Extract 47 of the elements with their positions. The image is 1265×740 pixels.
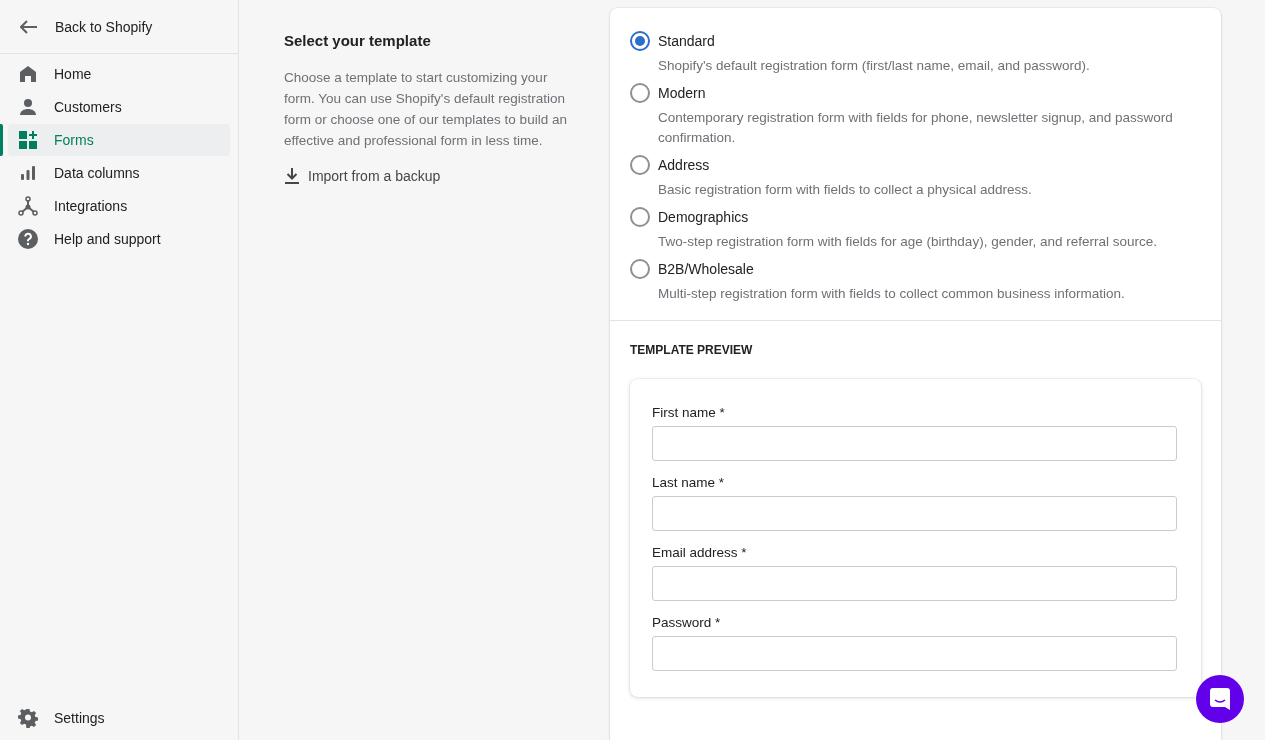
active-indicator [0, 124, 3, 156]
template-description: Shopify's default registration form (first/last name, email, and password). [658, 57, 1090, 75]
grid-plus-icon [18, 130, 38, 150]
template-description: Basic registration form with fields to collect a physical address. [658, 181, 1032, 199]
help-icon [18, 229, 38, 249]
template-description: Two-step registration form with fields for age (birthday), gender, and referral source. [658, 233, 1157, 251]
radio-button[interactable] [630, 83, 650, 103]
radio-button[interactable] [630, 31, 650, 51]
radio-button[interactable] [630, 259, 650, 279]
nav-item[interactable]: Integrations [8, 190, 230, 222]
template-name: Demographics [658, 208, 750, 226]
nav-item[interactable]: Data columns [8, 157, 230, 189]
nav-item[interactable]: Customers [8, 91, 230, 123]
settings-icon [18, 708, 38, 728]
template-name: B2B/Wholesale [658, 260, 755, 278]
template-description: Contemporary registration form with fields for phone, newsletter signup, and password confirmation. [658, 109, 1174, 147]
field-label: Password * [652, 615, 722, 630]
bar-chart-icon [18, 163, 38, 183]
radio-button[interactable] [630, 155, 650, 175]
nav-item[interactable]: Forms [8, 124, 230, 156]
preview-heading: TEMPLATE PREVIEW [630, 343, 754, 357]
network-icon [18, 196, 38, 216]
template-name: Modern [658, 84, 707, 102]
back-link[interactable]: Back to Shopify [0, 0, 238, 54]
input-field[interactable] [652, 426, 1177, 461]
input-field[interactable] [652, 636, 1177, 671]
import-link[interactable]: Import from a backup [284, 167, 441, 184]
nav-item[interactable]: Help and support [8, 223, 230, 255]
download-icon [284, 167, 300, 184]
template-description: Multi-step registration form with fields to collect common business information. [658, 285, 1125, 303]
nav-item[interactable]: Home [8, 58, 230, 90]
input-field[interactable] [652, 566, 1177, 601]
template-name: Standard [658, 32, 716, 50]
field-label: First name * [652, 405, 726, 420]
settings-link[interactable]: Settings [8, 702, 230, 734]
arrow-left-icon [20, 19, 38, 34]
chat-icon [1210, 688, 1230, 710]
person-icon [18, 97, 38, 117]
chat-button[interactable] [1196, 675, 1244, 723]
radio-button[interactable] [630, 207, 650, 227]
section-description: Choose a template to start customizing your form. You can use Shopify's default registration form or choose one of our templates to build an effective and professional form in less time. [284, 69, 568, 150]
field-label: Last name * [652, 475, 726, 490]
input-field[interactable] [652, 496, 1177, 531]
house-icon [18, 64, 38, 84]
section-title: Select your template [284, 32, 432, 49]
field-label: Email address * [652, 545, 748, 560]
template-name: Address [658, 156, 711, 174]
